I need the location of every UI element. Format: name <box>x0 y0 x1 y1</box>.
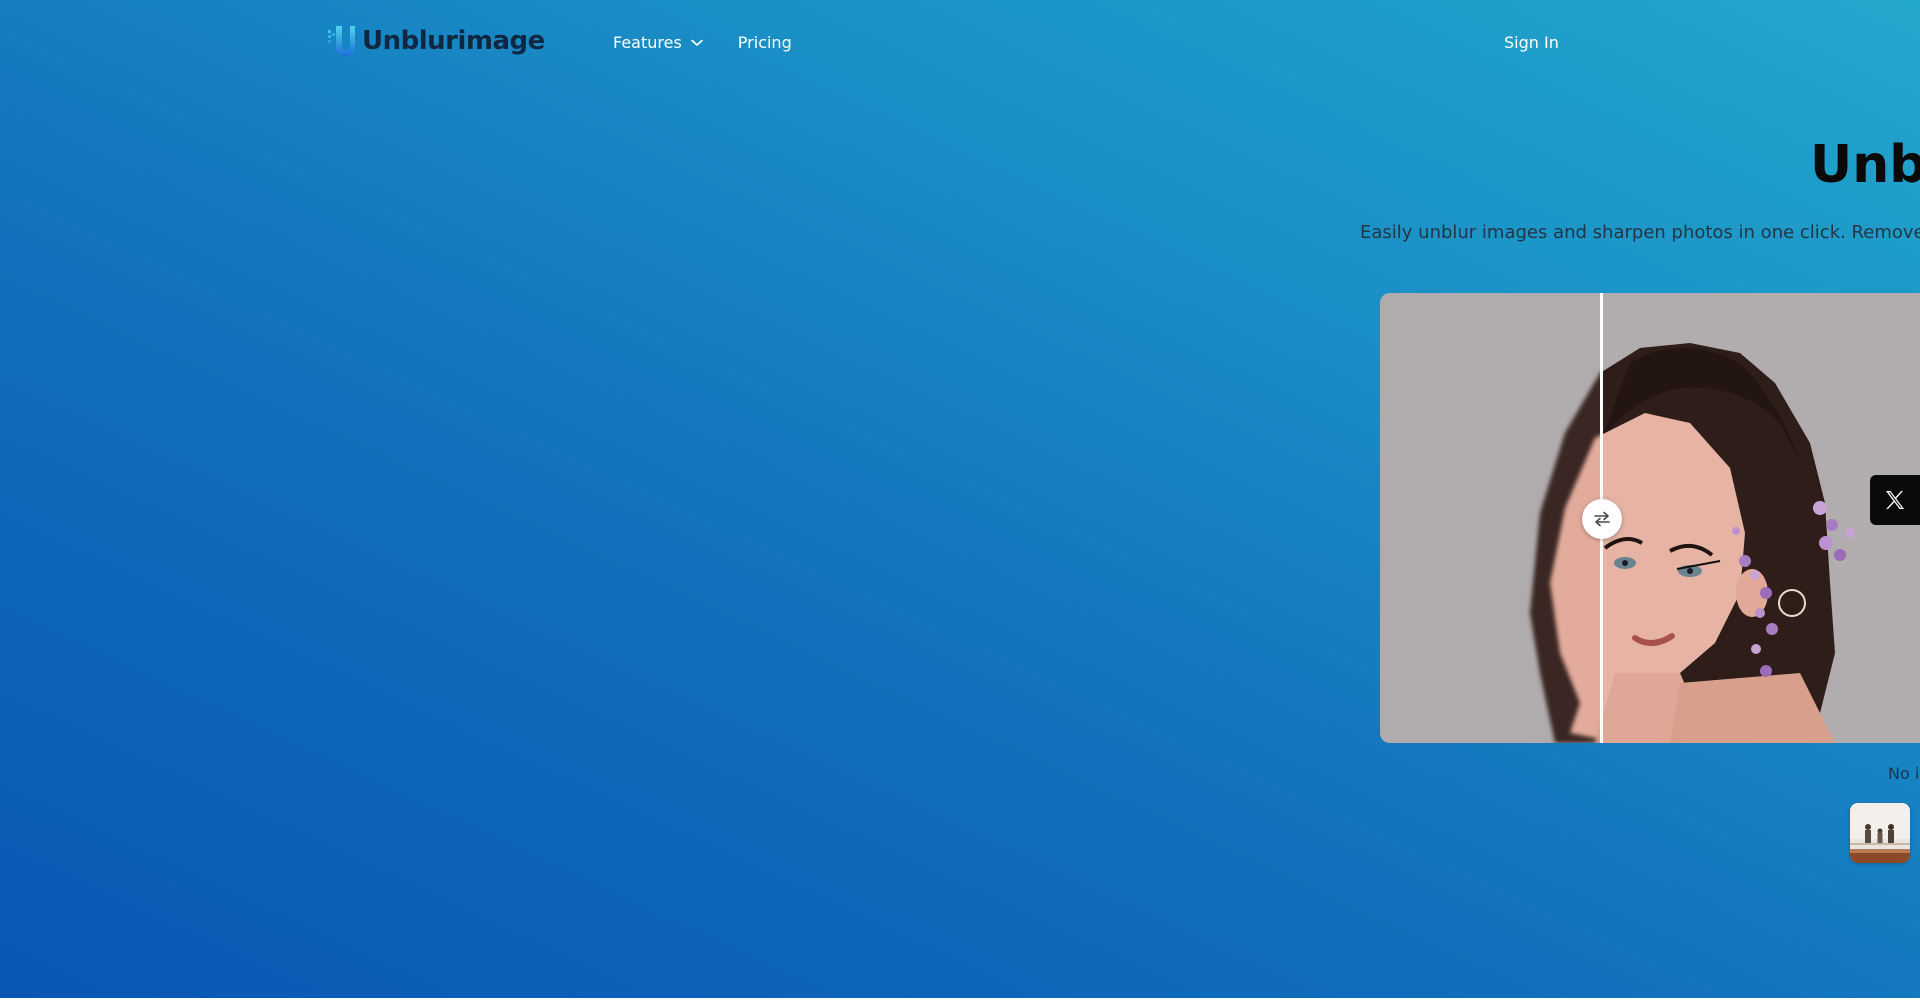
sample-image-icon <box>1850 803 1910 863</box>
x-share-button[interactable] <box>1870 475 1920 525</box>
compare-handle[interactable] <box>1582 499 1622 539</box>
nav-features-label: Features <box>613 33 682 52</box>
sign-in-link[interactable]: Sign In <box>1504 33 1559 52</box>
sample-label: No i <box>1888 764 1920 783</box>
swap-arrows-icon <box>1594 511 1610 527</box>
nav-pricing-label: Pricing <box>737 33 792 52</box>
logo-text: Unblurimage <box>362 26 545 56</box>
logo[interactable]: Unblurimage <box>326 24 545 58</box>
before-after-compare[interactable] <box>1380 293 1920 743</box>
nav-pricing[interactable]: Pricing <box>738 33 792 52</box>
hero-background: Unblurimage Features Pricing Sign In Unb… <box>0 0 1920 998</box>
chevron-down-icon <box>690 39 703 46</box>
main-nav: Features Pricing <box>613 33 792 52</box>
sample-image-thumbnail[interactable] <box>1850 803 1910 863</box>
x-logo-icon <box>1886 491 1904 509</box>
hero-subtitle: Easily unblur images and sharpen photos … <box>1360 222 1920 243</box>
nav-features[interactable]: Features <box>613 33 703 52</box>
u-logo-icon <box>328 26 355 56</box>
hero-title: Unb <box>1810 135 1920 195</box>
